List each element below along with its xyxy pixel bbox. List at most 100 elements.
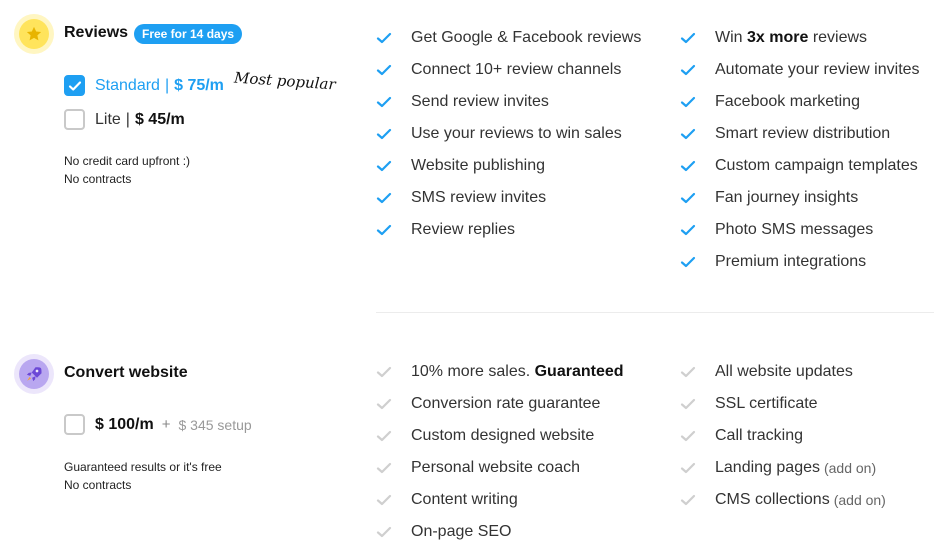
check-icon [680, 30, 696, 46]
feature-emphasis: 3x more [747, 29, 809, 46]
addon-note: (add on) [833, 492, 886, 508]
plan-convert-option[interactable]: $ 100/m + $ 345 setup [64, 414, 252, 435]
check-icon [680, 94, 696, 110]
feature-item: 10% more sales. Guaranteed [376, 356, 624, 388]
check-icon [680, 222, 696, 238]
feature-item: Custom designed website [376, 420, 624, 452]
convert-checkbox[interactable] [64, 414, 85, 435]
feature-item: Custom campaign templates [680, 150, 920, 182]
feature-item: Send review invites [376, 86, 641, 118]
reviews-note: No contracts [64, 172, 132, 186]
lite-plan-name: Lite [95, 110, 121, 128]
check-icon [680, 428, 696, 444]
reviews-features-right: Win 3x more reviews Automate your review … [680, 22, 920, 278]
feature-item: Use your reviews to win sales [376, 118, 641, 150]
convert-note: Guaranteed results or it's free [64, 460, 222, 474]
convert-website-title: Convert website [64, 364, 188, 381]
feature-item: Automate your review invites [680, 54, 920, 86]
check-icon [376, 94, 392, 110]
feature-item: SSL certificate [680, 388, 886, 420]
check-icon [680, 364, 696, 380]
feature-item: Conversion rate guarantee [376, 388, 624, 420]
check-icon [376, 524, 392, 540]
feature-text: Premium integrations [715, 253, 867, 270]
feature-item: Personal website coach [376, 452, 624, 484]
check-icon [680, 158, 696, 174]
lite-checkbox[interactable] [64, 109, 85, 130]
reviews-features-left: Get Google & Facebook reviews Connect 10+… [376, 22, 641, 246]
feature-text: Custom designed website [411, 427, 595, 444]
feature-text: Smart review distribution [715, 125, 891, 142]
reviews-section: Reviews Free for 14 days Standard | $ 75… [0, 0, 934, 300]
section-divider [376, 312, 934, 313]
convert-website-section: Convert website $ 100/m + $ 345 setup Gu… [0, 340, 934, 550]
feature-text: Content writing [411, 491, 518, 508]
feature-text: Landing pages [715, 459, 820, 476]
feature-item: Photo SMS messages [680, 214, 920, 246]
feature-text: Facebook marketing [715, 93, 860, 110]
check-icon [376, 492, 392, 508]
feature-item: Premium integrations [680, 246, 920, 278]
feature-text: Photo SMS messages [715, 221, 874, 238]
feature-text: 10% more sales. Guaranteed [411, 363, 624, 380]
feature-item: Get Google & Facebook reviews [376, 22, 641, 54]
feature-item: Smart review distribution [680, 118, 920, 150]
check-icon [376, 428, 392, 444]
feature-item: On-page SEO [376, 516, 624, 548]
convert-notes: Guaranteed results or it's free No contr… [64, 458, 222, 494]
convert-plan-price: $ 100/m [95, 415, 154, 433]
reviews-notes: No credit card upfront :) No contracts [64, 152, 190, 188]
feature-item: Review replies [376, 214, 641, 246]
check-icon [376, 396, 392, 412]
lite-separator: | [125, 110, 130, 128]
feature-item: All website updates [680, 356, 886, 388]
check-icon [680, 396, 696, 412]
check-icon [376, 364, 392, 380]
convert-note: No contracts [64, 478, 132, 492]
feature-text: All website updates [715, 363, 853, 380]
feature-item: Call tracking [680, 420, 886, 452]
feature-text: Conversion rate guarantee [411, 395, 601, 412]
feature-item: SMS review invites [376, 182, 641, 214]
most-popular-label: Most popular [233, 68, 337, 94]
feature-text: Send review invites [411, 93, 549, 110]
check-icon [376, 222, 392, 238]
feature-item: Landing pages (add on) [680, 452, 886, 484]
plan-standard-option[interactable]: Standard | $ 75/m [64, 75, 224, 96]
addon-note: (add on) [823, 460, 877, 476]
free-trial-badge: Free for 14 days [134, 24, 243, 44]
check-icon [680, 254, 696, 270]
plan-lite-option[interactable]: Lite | $ 45/m [64, 109, 185, 130]
plus-sign: + [161, 416, 171, 433]
feature-text: On-page SEO [411, 523, 512, 540]
check-icon [680, 460, 696, 476]
check-icon [376, 30, 392, 46]
feature-emphasis: Guaranteed [534, 363, 624, 380]
feature-text: SSL certificate [715, 395, 818, 412]
feature-text: Automate your review invites [715, 61, 920, 78]
reviews-title: Reviews [64, 24, 129, 41]
feature-item: CMS collections (add on) [680, 484, 886, 516]
feature-text: Personal website coach [411, 459, 580, 476]
feature-text: Review replies [411, 221, 516, 238]
standard-checkbox[interactable] [64, 75, 85, 96]
check-icon [376, 460, 392, 476]
check-icon [680, 492, 696, 508]
feature-item: Facebook marketing [680, 86, 920, 118]
standard-plan-price: $ 75/m [174, 76, 224, 94]
feature-text: Win 3x more reviews [715, 29, 868, 46]
feature-item: Content writing [376, 484, 624, 516]
feature-text: Get Google & Facebook reviews [411, 29, 642, 46]
check-icon [680, 190, 696, 206]
check-icon [680, 62, 696, 78]
feature-text: Website publishing [411, 157, 546, 174]
check-icon [376, 126, 392, 142]
feature-text: Custom campaign templates [715, 157, 918, 174]
convert-features-right: All website updates SSL certificate Call t… [680, 356, 886, 516]
lite-plan-price: $ 45/m [134, 110, 185, 128]
check-icon [376, 62, 392, 78]
feature-text: Use your reviews to win sales [411, 125, 622, 142]
rocket-icon [14, 354, 54, 394]
feature-item: Fan journey insights [680, 182, 920, 214]
standard-plan-name: Standard [95, 76, 160, 94]
